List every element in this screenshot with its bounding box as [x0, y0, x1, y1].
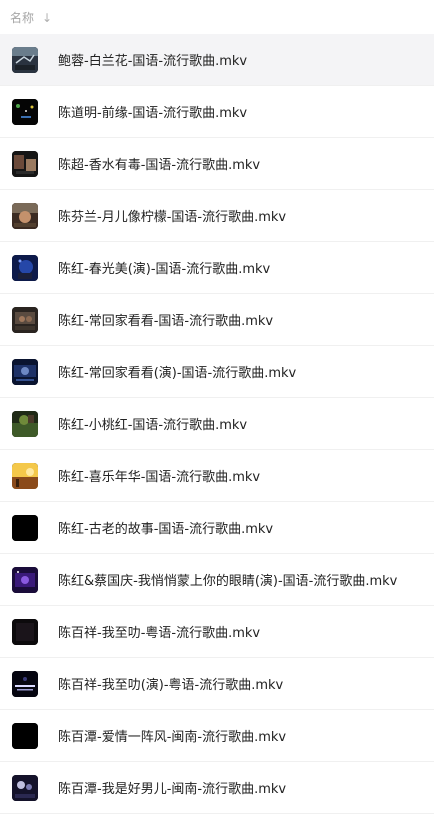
- file-row[interactable]: 陈红-小桃红-国语-流行歌曲.mkv: [0, 398, 434, 450]
- file-name: 陈红-常回家看看(演)-国语-流行歌曲.mkv: [58, 366, 297, 381]
- file-row[interactable]: 陈道明-前缘-国语-流行歌曲.mkv: [0, 86, 434, 138]
- video-thumbnail: [12, 514, 38, 541]
- file-name: 陈百祥-我至叻-粤语-流行歌曲.mkv: [58, 626, 261, 641]
- video-thumbnail: [12, 202, 38, 229]
- file-row[interactable]: 陈超-香水有毒-国语-流行歌曲.mkv: [0, 138, 434, 190]
- file-name: 陈百潭-爱情一阵风-闽南-流行歌曲.mkv: [58, 730, 287, 745]
- video-thumbnail: [12, 358, 38, 385]
- file-row[interactable]: 陈芬兰-月儿像柠檬-国语-流行歌曲.mkv: [0, 190, 434, 242]
- file-row[interactable]: 陈红&蔡国庆-我悄悄蒙上你的眼睛(演)-国语-流行歌曲.mkv: [0, 554, 434, 606]
- file-name: 陈红-古老的故事-国语-流行歌曲.mkv: [58, 522, 274, 537]
- video-thumbnail: [12, 670, 38, 697]
- file-name: 陈红-常回家看看-国语-流行歌曲.mkv: [58, 314, 274, 329]
- file-row[interactable]: 陈红-常回家看看(演)-国语-流行歌曲.mkv: [0, 346, 434, 398]
- file-row[interactable]: 陈红-春光美(演)-国语-流行歌曲.mkv: [0, 242, 434, 294]
- video-thumbnail: [12, 306, 38, 333]
- file-row[interactable]: 陈红-常回家看看-国语-流行歌曲.mkv: [0, 294, 434, 346]
- video-thumbnail: [12, 618, 38, 645]
- video-thumbnail: [12, 774, 38, 801]
- video-thumbnail: [12, 46, 38, 73]
- file-name: 陈红-小桃红-国语-流行歌曲.mkv: [58, 418, 248, 433]
- file-row[interactable]: 陈红-古老的故事-国语-流行歌曲.mkv: [0, 502, 434, 554]
- file-row[interactable]: 陈百祥-我至叻-粤语-流行歌曲.mkv: [0, 606, 434, 658]
- file-name: 陈超-香水有毒-国语-流行歌曲.mkv: [58, 158, 261, 173]
- file-name: 陈红-春光美(演)-国语-流行歌曲.mkv: [58, 262, 271, 277]
- video-thumbnail: [12, 566, 38, 593]
- video-thumbnail: [12, 150, 38, 177]
- file-row[interactable]: 陈百祥-我至叻(演)-粤语-流行歌曲.mkv: [0, 658, 434, 710]
- video-thumbnail: [12, 98, 38, 125]
- file-row[interactable]: 陈红-喜乐年华-国语-流行歌曲.mkv: [0, 450, 434, 502]
- file-row[interactable]: 鲍蓉-白兰花-国语-流行歌曲.mkv: [0, 34, 434, 86]
- video-thumbnail: [12, 722, 38, 749]
- file-name: 陈红-喜乐年华-国语-流行歌曲.mkv: [58, 470, 261, 485]
- file-name: 陈百潭-我是好男儿-闽南-流行歌曲.mkv: [58, 782, 287, 797]
- file-list: 鲍蓉-白兰花-国语-流行歌曲.mkv 陈道明-前缘-国语-流行歌曲.mkv 陈超-香…: [0, 34, 434, 814]
- sort-down-icon[interactable]: ↓: [42, 11, 52, 25]
- file-row[interactable]: 陈百潭-我是好男儿-闽南-流行歌曲.mkv: [0, 762, 434, 814]
- file-row[interactable]: 陈百潭-爱情一阵风-闽南-流行歌曲.mkv: [0, 710, 434, 762]
- video-thumbnail: [12, 410, 38, 437]
- column-header-name[interactable]: 名称 ↓: [0, 0, 434, 34]
- column-header-label: 名称: [10, 10, 35, 25]
- file-name: 陈芬兰-月儿像柠檬-国语-流行歌曲.mkv: [58, 210, 287, 225]
- file-name: 陈百祥-我至叻(演)-粤语-流行歌曲.mkv: [58, 678, 284, 693]
- file-name: 鲍蓉-白兰花-国语-流行歌曲.mkv: [58, 54, 248, 69]
- video-thumbnail: [12, 254, 38, 281]
- file-name: 陈红&蔡国庆-我悄悄蒙上你的眼睛(演)-国语-流行歌曲.mkv: [58, 574, 398, 589]
- file-name: 陈道明-前缘-国语-流行歌曲.mkv: [58, 106, 248, 121]
- video-thumbnail: [12, 462, 38, 489]
